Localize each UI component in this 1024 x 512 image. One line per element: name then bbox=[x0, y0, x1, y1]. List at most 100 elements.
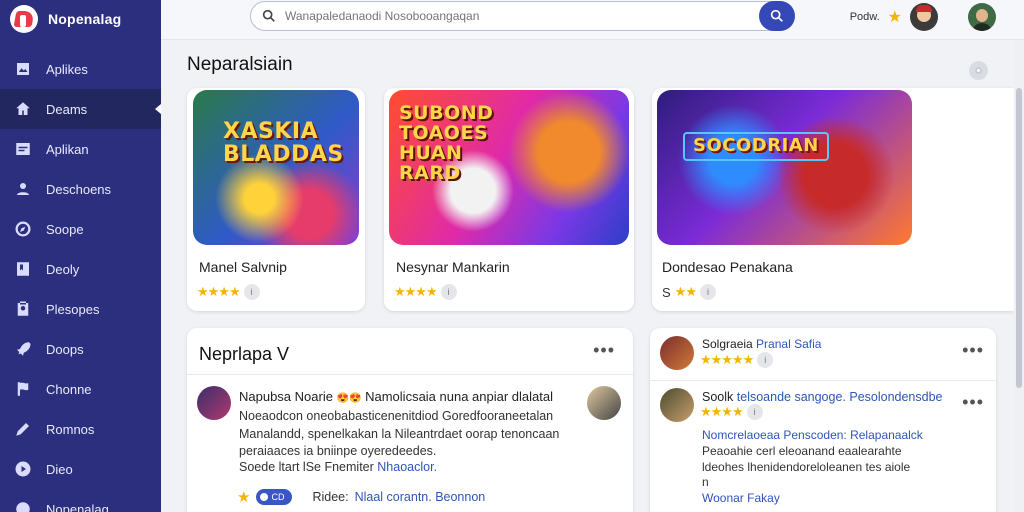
play-icon bbox=[14, 460, 32, 478]
tag-text: Soede ltart lSe Fnemiter bbox=[239, 460, 374, 474]
star-icon[interactable]: ★ bbox=[237, 488, 250, 506]
rating: ★★★★ i bbox=[197, 284, 260, 300]
avatar[interactable] bbox=[660, 336, 694, 370]
sidebar-item-aplikan[interactable]: Aplikan bbox=[0, 129, 161, 169]
game-card[interactable]: Xaskia Bladdas Manel Salvnip ★★★★ i bbox=[187, 88, 365, 311]
reviewer-name[interactable]: Napubsa Noarie bbox=[239, 389, 333, 404]
game-art-title: Socodrian bbox=[683, 132, 829, 161]
user-area: Podw. ★ bbox=[850, 2, 996, 32]
search-button[interactable] bbox=[759, 1, 795, 31]
more-options-icon[interactable]: ••• bbox=[962, 393, 984, 411]
sidebar-item-label: Doops bbox=[46, 341, 84, 357]
review-headline: Namolicsaia nuna anpiar dlalatal bbox=[365, 389, 553, 404]
reviewer-header: Solgraeia Pranal Safia bbox=[702, 337, 821, 351]
avatar[interactable] bbox=[910, 3, 938, 31]
tag-link[interactable]: Nhaoaclor. bbox=[377, 460, 437, 474]
sidebar-item-label: Deoly bbox=[46, 261, 80, 277]
sidebar-item-deoly[interactable]: Deoly bbox=[0, 249, 161, 289]
star-rating: ★★★★ bbox=[197, 284, 241, 299]
footer-label: Ridee: bbox=[312, 490, 349, 504]
avatar[interactable] bbox=[197, 386, 231, 420]
sidebar-item-aplikes[interactable]: Aplikes bbox=[0, 49, 161, 89]
reviewer-name[interactable]: Solgraeia bbox=[702, 337, 753, 351]
reviewer-name[interactable]: Soolk bbox=[702, 390, 733, 404]
info-icon[interactable]: i bbox=[757, 352, 774, 368]
badge[interactable]: CD bbox=[256, 489, 293, 505]
info-icon[interactable]: i bbox=[699, 284, 716, 300]
profile-avatar[interactable] bbox=[968, 3, 996, 31]
sidebar-item-dieo[interactable]: Dieo bbox=[0, 449, 161, 489]
sidebar-item-romnos[interactable]: Romnos bbox=[0, 409, 161, 449]
avatar[interactable] bbox=[660, 388, 694, 422]
search-icon bbox=[770, 9, 783, 22]
home-icon bbox=[14, 100, 32, 118]
review-text: Peaoahie cerl eleoanand eaalearahte bbox=[702, 444, 902, 458]
scrollbar[interactable] bbox=[1014, 40, 1024, 512]
more-options-icon[interactable]: ••• bbox=[593, 341, 615, 359]
more-options-icon[interactable]: ••• bbox=[962, 341, 984, 359]
pencil-icon bbox=[14, 420, 32, 438]
sidebar-item-deschoens[interactable]: Deschoens bbox=[0, 169, 161, 209]
review-footer: ★ CD Ridee: Nlaal corantn. Beonnon bbox=[237, 488, 485, 506]
sidebar-item-label: Nopenalag bbox=[46, 501, 109, 512]
sidebar-item-doops[interactable]: Doops bbox=[0, 329, 161, 369]
star-rating: ★★★★ bbox=[394, 284, 438, 299]
review-text: Manalandd, spenelkakan la Nileantrdaet o… bbox=[239, 427, 560, 441]
side-reviews-panel: Solgraeia Pranal Safia ★★★★★ i ••• Soolk… bbox=[650, 328, 996, 512]
window-icon bbox=[14, 140, 32, 158]
image-icon bbox=[14, 60, 32, 78]
game-card[interactable]: Socodrian Dondesao Penakana S ★★ i bbox=[652, 88, 1014, 311]
review-footer-link[interactable]: Woonar Fakay bbox=[702, 491, 780, 505]
footer-link[interactable]: Nlaal corantn. Beonnon bbox=[355, 490, 486, 504]
star-rating: ★★ bbox=[674, 284, 697, 299]
more-icon[interactable] bbox=[969, 61, 988, 80]
reviewer-link[interactable]: telsoande sangoge. Pesolondensdbe bbox=[737, 390, 943, 404]
reviewer-header: Soolk telsoande sangoge. Pesolondensdbe bbox=[702, 390, 943, 404]
panel-title: Neprlapa V bbox=[199, 344, 290, 364]
info-icon[interactable]: i bbox=[440, 284, 457, 300]
sidebar-item-label: Soope bbox=[46, 221, 84, 237]
sidebar-item-label: Plesopes bbox=[46, 301, 100, 317]
app-name: Nopenalag bbox=[48, 11, 122, 27]
sidebar-item-label: Deschoens bbox=[46, 181, 112, 197]
sidebar-item-plesopes[interactable]: Plesopes bbox=[0, 289, 161, 329]
game-art-title: Subond Toaoes Huan Rard bbox=[399, 102, 494, 184]
game-card[interactable]: Subond Toaoes Huan Rard Nesynar Mankarin… bbox=[384, 88, 634, 311]
sidebar-item-chonne[interactable]: Chonne bbox=[0, 369, 161, 409]
review-text: ldeohes lhenidendoreloleanen tes aiole bbox=[702, 460, 911, 474]
game-title: Dondesao Penakana bbox=[662, 259, 793, 275]
divider bbox=[187, 374, 633, 375]
rating: ★★★★★ i bbox=[700, 352, 774, 368]
rating-text: S bbox=[662, 284, 671, 300]
flag-icon bbox=[14, 380, 32, 398]
sidebar-item-label: Aplikan bbox=[46, 141, 89, 157]
review-text: Noeaodcon oneobabasticenenitdiod Goredfo… bbox=[239, 409, 554, 423]
search-input[interactable] bbox=[285, 9, 793, 23]
badge-label: CD bbox=[271, 492, 285, 502]
divider bbox=[650, 380, 996, 381]
bookmark-icon bbox=[14, 260, 32, 278]
sidebar-item-deams[interactable]: Deams bbox=[0, 89, 161, 129]
game-image: Xaskia Bladdas bbox=[193, 90, 359, 245]
game-image: Subond Toaoes Huan Rard bbox=[389, 90, 629, 245]
review-headline[interactable]: Nomcrelaoeaa Penscoden: Relapanaalck bbox=[702, 428, 923, 442]
game-art-title: Xaskia Bladdas bbox=[223, 119, 344, 168]
info-icon[interactable]: i bbox=[746, 404, 763, 420]
review-tags: Soede ltart lSe Fnemiter Nhaoaclor. bbox=[239, 460, 437, 474]
user-label: Podw. bbox=[849, 11, 880, 23]
sidebar-item-help[interactable]: Nopenalag bbox=[0, 489, 161, 512]
scrollbar-thumb[interactable] bbox=[1016, 88, 1022, 388]
sidebar-item-soope[interactable]: Soope bbox=[0, 209, 161, 249]
rating: ★★★★ i bbox=[700, 404, 763, 420]
topbar: Podw. ★ bbox=[161, 0, 1024, 40]
app-logo-icon bbox=[10, 5, 38, 33]
brand[interactable]: Nopenalag bbox=[10, 4, 121, 34]
search-bar bbox=[250, 1, 795, 31]
avatar[interactable] bbox=[587, 386, 621, 420]
star-icon[interactable]: ★ bbox=[888, 7, 902, 27]
info-icon[interactable]: i bbox=[243, 284, 260, 300]
sidebar-item-label: Dieo bbox=[46, 461, 73, 477]
star-rating: ★★★★★ bbox=[700, 352, 754, 367]
reviewer-link[interactable]: Pranal Safia bbox=[756, 337, 821, 351]
clipboard-icon bbox=[14, 300, 32, 318]
